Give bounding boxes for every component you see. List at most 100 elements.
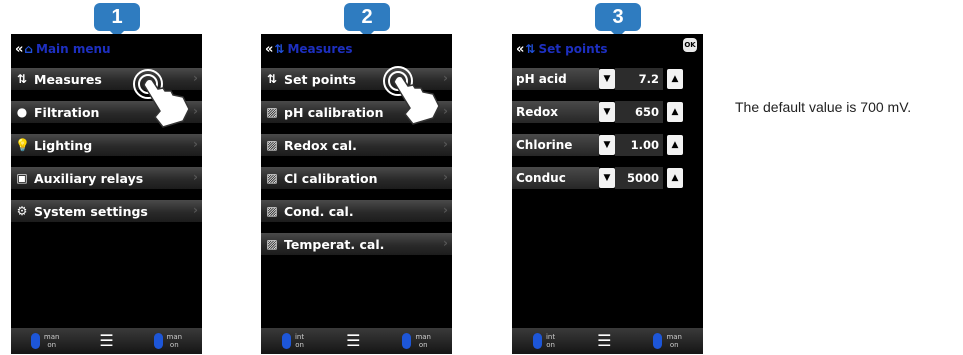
list-icon[interactable]: ☰ [346,333,360,349]
filtration-status-icon [30,333,40,349]
decrease-button[interactable]: ▼ [599,168,615,188]
ok-button[interactable]: OK [683,38,697,52]
increase-button[interactable]: ▲ [667,168,683,188]
status-text: man on [666,333,682,349]
status-text: man on [44,333,60,349]
lighting-icon: 💡 [15,138,30,152]
menu-item-label: Lighting [34,137,93,153]
back-icon[interactable]: « [15,42,24,57]
menu-item-cond-cal[interactable]: ▨ Cond. cal. › [261,200,452,222]
status-state: on [295,341,304,349]
status-mode: man [43,333,60,341]
default-value-note: The default value is 700 mV. [735,99,912,115]
status-mode: man [415,333,431,341]
chevron-right-icon: › [443,236,448,250]
pool-icon: ⌂ [24,42,33,56]
chevron-right-icon: › [443,170,448,184]
chevron-right-icon: › [443,203,448,217]
hand-tap-icon [383,66,440,125]
increase-button[interactable]: ▲ [667,69,683,89]
calibration-icon: ▨ [266,171,278,185]
lighting-status-icon [402,333,412,349]
menu-item-label: pH calibration [284,104,384,120]
status-mode: int [294,333,305,341]
status-mode: man [666,333,682,341]
menu-item-label: Auxiliary relays [34,170,144,186]
status-text: man on [167,333,183,349]
status-text: man on [415,333,431,349]
menu-item-label: Cond. cal. [284,203,354,219]
list-icon[interactable]: ☰ [597,333,611,349]
measures-icon: ⇅ [525,42,536,56]
setpoint-value[interactable]: 5000 [615,167,663,189]
menu-item-label: Measures [34,71,102,87]
menu-item-label: Redox cal. [284,137,357,153]
lighting-status[interactable]: man on [153,333,183,349]
chevron-right-icon: › [193,203,198,217]
status-mode: int [545,333,556,341]
filtration-icon: ● [16,105,28,119]
step-number: 2 [361,5,373,28]
lighting-status[interactable]: man on [653,333,682,349]
screen-header[interactable]: « ⇅ Set points [512,40,703,58]
status-text: int on [546,333,555,349]
filtration-status[interactable]: man on [30,333,60,349]
menu-item-label: Temperat. cal. [284,236,385,252]
status-state: on [418,341,428,349]
calibration-icon: ▨ [266,138,278,152]
menu-item-label: Filtration [34,104,100,120]
decrease-button[interactable]: ▼ [599,102,615,122]
setpoint-row-conduc: Conduc ▼ 5000 ▲ [512,167,703,189]
list-icon[interactable]: ☰ [99,333,113,349]
setpoint-value[interactable]: 650 [615,101,663,123]
menu-item-lighting[interactable]: 💡 Lighting › [11,134,202,156]
measures-icon: ⇅ [266,72,278,86]
menu-item-redox-cal[interactable]: ▨ Redox cal. › [261,134,452,156]
filtration-status[interactable]: int on [532,333,555,349]
decrease-button[interactable]: ▼ [599,135,615,155]
back-icon[interactable]: « [265,42,274,57]
step-badge-1: 1 [94,3,140,38]
filtration-status[interactable]: int on [281,333,304,349]
screen-title: Measures [287,42,353,56]
status-state: on [169,341,179,349]
status-state: on [669,341,679,349]
filtration-status-icon [281,333,291,349]
measures-icon: ⇅ [274,42,285,56]
calibration-icon: ▨ [266,237,278,251]
chevron-right-icon: › [443,137,448,151]
measures-icon: ⇅ [16,72,28,86]
setpoint-value[interactable]: 1.00 [615,134,663,156]
lighting-status[interactable]: man on [402,333,431,349]
setpoint-value[interactable]: 7.2 [615,68,663,90]
screen-header[interactable]: « ⌂ Main menu [11,40,202,58]
status-state: on [546,341,555,349]
menu-item-temperat-cal[interactable]: ▨ Temperat. cal. › [261,233,452,255]
filtration-status-icon [532,333,542,349]
status-bar: int on ☰ man on [512,328,703,354]
increase-button[interactable]: ▲ [667,135,683,155]
lighting-status-icon [153,333,163,349]
decrease-button[interactable]: ▼ [599,69,615,89]
calibration-icon: ▨ [266,204,278,218]
menu-item-label: Cl calibration [284,170,378,186]
screen-header[interactable]: « ⇅ Measures [261,40,452,58]
chevron-right-icon: › [193,170,198,184]
screen-title: Main menu [36,42,111,56]
calibration-icon: ▨ [266,105,278,119]
menu-item-auxiliary-relays[interactable]: ▣ Auxiliary relays › [11,167,202,189]
back-icon[interactable]: « [516,42,525,57]
step-badge-3: 3 [595,3,641,38]
setpoint-list: pH acid ▼ 7.2 ▲ Redox ▼ 650 ▲ Chlorine ▼… [512,68,703,200]
status-text: int on [295,333,304,349]
status-bar: man on ☰ man on [11,328,202,354]
chevron-right-icon: › [193,137,198,151]
status-bar: int on ☰ man on [261,328,452,354]
menu-item-system-settings[interactable]: ⚙ System settings › [11,200,202,222]
step-number: 3 [612,5,624,28]
increase-button[interactable]: ▲ [667,102,683,122]
setpoint-label: Conduc [512,167,599,189]
status-state: on [47,341,57,349]
hand-tap-icon [133,69,190,128]
menu-item-cl-calibration[interactable]: ▨ Cl calibration › [261,167,452,189]
